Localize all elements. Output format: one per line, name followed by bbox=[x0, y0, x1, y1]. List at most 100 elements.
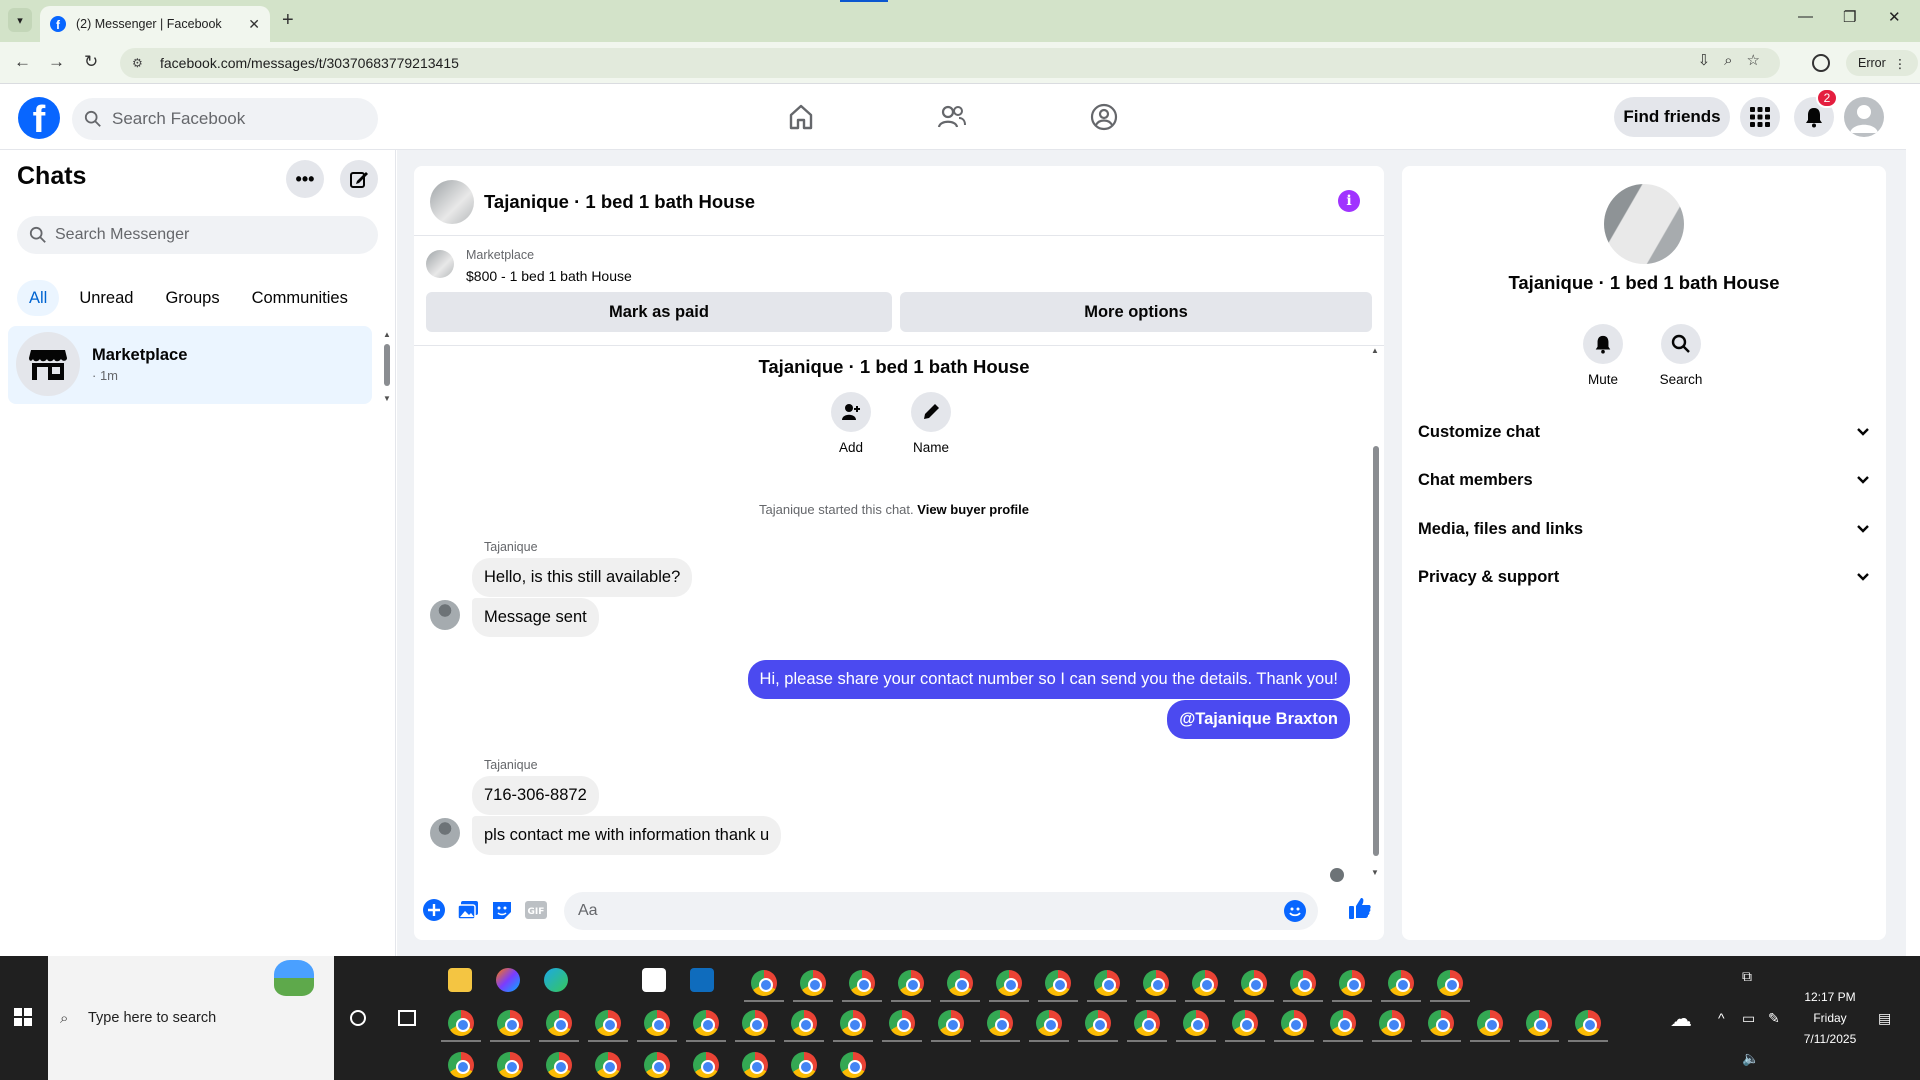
thread-scrollbar[interactable]: ▲ ▼ bbox=[1370, 346, 1382, 880]
scroll-up-icon[interactable]: ▲ bbox=[383, 330, 391, 339]
pen-icon[interactable]: ✎ bbox=[1768, 1010, 1780, 1027]
conversation-title[interactable]: Tajanique · 1 bed 1 bath House bbox=[484, 191, 755, 213]
privacy-support-section[interactable]: Privacy & support bbox=[1418, 557, 1870, 597]
facebook-search-input[interactable]: Search Facebook bbox=[72, 98, 378, 140]
scroll-up-icon[interactable]: ▲ bbox=[1371, 346, 1379, 355]
taskbar-search-box[interactable]: ⌕ Type here to search bbox=[48, 956, 334, 1080]
chrome-window-icon[interactable] bbox=[791, 1052, 817, 1078]
menu-grid-button[interactable] bbox=[1740, 97, 1780, 137]
incoming-message[interactable]: pls contact me with information thank u bbox=[472, 816, 782, 855]
listing-title[interactable]: $800 - 1 bed 1 bath House bbox=[466, 268, 632, 284]
volume-icon[interactable]: 🔈 bbox=[1742, 1050, 1759, 1067]
chrome-window-icon[interactable] bbox=[840, 1052, 866, 1078]
chrome-window-icon[interactable] bbox=[1183, 1010, 1209, 1036]
chrome-window-icon[interactable] bbox=[898, 970, 924, 996]
incoming-message[interactable]: Hello, is this still available? bbox=[472, 558, 693, 597]
account-avatar[interactable] bbox=[1844, 97, 1884, 137]
chrome-window-icon[interactable] bbox=[742, 1052, 768, 1078]
more-options-button[interactable]: More options bbox=[900, 292, 1372, 332]
new-tab-plus-icon[interactable]: + bbox=[282, 9, 294, 32]
install-app-icon[interactable]: ⇩ bbox=[1698, 51, 1711, 69]
outgoing-message[interactable]: Hi, please share your contact number so … bbox=[747, 660, 1350, 699]
sticker-icon[interactable] bbox=[490, 898, 514, 922]
chrome-window-icon[interactable] bbox=[1143, 970, 1169, 996]
back-arrow-icon[interactable]: ← bbox=[14, 52, 31, 72]
chrome-window-icon[interactable] bbox=[595, 1010, 621, 1036]
network-icon[interactable]: ▭ bbox=[1742, 1010, 1755, 1027]
media-files-links-section[interactable]: Media, files and links bbox=[1418, 509, 1870, 549]
chrome-window-icon[interactable] bbox=[644, 1010, 670, 1036]
copilot-icon[interactable] bbox=[496, 968, 520, 992]
chrome-window-icon[interactable] bbox=[849, 970, 875, 996]
add-people-action[interactable]: Add bbox=[816, 392, 886, 455]
chrome-window-icon[interactable] bbox=[546, 1052, 572, 1078]
restore-icon[interactable]: ❐ bbox=[1843, 8, 1856, 26]
groups-icon[interactable] bbox=[1089, 102, 1119, 132]
filter-unread[interactable]: Unread bbox=[67, 280, 145, 316]
chrome-window-icon[interactable] bbox=[448, 1052, 474, 1078]
scroll-thumb[interactable] bbox=[1373, 446, 1379, 856]
page-scrollbar[interactable] bbox=[1906, 84, 1920, 956]
home-icon[interactable] bbox=[786, 102, 816, 132]
browser-profile-icon[interactable] bbox=[1812, 54, 1830, 72]
mute-action[interactable]: Mute bbox=[1568, 324, 1638, 387]
chats-options-button[interactable]: ••• bbox=[286, 160, 324, 198]
scroll-thumb[interactable] bbox=[384, 344, 390, 386]
conversation-avatar[interactable] bbox=[430, 180, 474, 224]
chrome-window-icon[interactable] bbox=[1134, 1010, 1160, 1036]
chrome-window-icon[interactable] bbox=[1437, 970, 1463, 996]
file-explorer-icon[interactable] bbox=[448, 968, 472, 992]
chrome-window-icon[interactable] bbox=[693, 1052, 719, 1078]
chrome-window-icon[interactable] bbox=[1330, 1010, 1356, 1036]
view-buyer-profile-link[interactable]: View buyer profile bbox=[917, 502, 1029, 517]
chrome-window-icon[interactable] bbox=[1379, 1010, 1405, 1036]
chrome-window-icon[interactable] bbox=[1388, 970, 1414, 996]
reload-icon[interactable]: ↻ bbox=[84, 52, 98, 72]
cortana-icon[interactable] bbox=[350, 1010, 366, 1026]
close-window-icon[interactable]: ✕ bbox=[1888, 8, 1901, 26]
chrome-window-icon[interactable] bbox=[938, 1010, 964, 1036]
notification-center-icon[interactable]: ▤ bbox=[1878, 1010, 1891, 1027]
photo-icon[interactable] bbox=[456, 898, 480, 922]
tab-search-chevron-icon[interactable]: ▾ bbox=[8, 8, 32, 32]
chrome-window-icon[interactable] bbox=[1290, 970, 1316, 996]
scroll-down-icon[interactable]: ▼ bbox=[1371, 868, 1379, 877]
chrome-window-icon[interactable] bbox=[800, 970, 826, 996]
show-hidden-icons-chevron-icon[interactable]: ^ bbox=[1718, 1010, 1725, 1026]
info-icon[interactable]: i bbox=[1338, 190, 1360, 212]
chrome-window-icon[interactable] bbox=[1526, 1010, 1552, 1036]
clock-date[interactable]: 7/11/2025 bbox=[1792, 1032, 1868, 1046]
chrome-window-icon[interactable] bbox=[742, 1010, 768, 1036]
chrome-window-icon[interactable] bbox=[1192, 970, 1218, 996]
tablet-mode-icon[interactable]: ⧉ bbox=[1742, 968, 1752, 985]
chrome-window-icon[interactable] bbox=[791, 1010, 817, 1036]
chrome-window-icon[interactable] bbox=[947, 970, 973, 996]
site-info-icon[interactable]: ⚙ bbox=[132, 56, 148, 70]
chrome-window-icon[interactable] bbox=[595, 1052, 621, 1078]
incoming-message[interactable]: 716-306-8872 bbox=[472, 776, 599, 815]
chrome-window-icon[interactable] bbox=[1339, 970, 1365, 996]
chrome-window-icon[interactable] bbox=[840, 1010, 866, 1036]
chrome-window-icon[interactable] bbox=[448, 1010, 474, 1036]
name-chat-action[interactable]: Name bbox=[896, 392, 966, 455]
message-input[interactable]: Aa bbox=[564, 892, 1318, 930]
chrome-window-icon[interactable] bbox=[1281, 1010, 1307, 1036]
chat-list-scrollbar[interactable]: ▲ ▼ bbox=[382, 330, 392, 403]
new-message-button[interactable] bbox=[340, 160, 378, 198]
thumbs-up-icon[interactable] bbox=[1348, 896, 1372, 920]
messenger-search-input[interactable]: Search Messenger bbox=[17, 216, 378, 254]
edge-icon[interactable] bbox=[544, 968, 568, 992]
filter-all[interactable]: All bbox=[17, 280, 60, 316]
chrome-window-icon[interactable] bbox=[751, 970, 777, 996]
clock-day[interactable]: Friday bbox=[1792, 1011, 1868, 1025]
filter-groups[interactable]: Groups bbox=[153, 280, 231, 316]
sender-avatar[interactable] bbox=[430, 818, 460, 848]
plus-circle-icon[interactable] bbox=[422, 898, 446, 922]
chrome-window-icon[interactable] bbox=[1045, 970, 1071, 996]
chrome-window-icon[interactable] bbox=[889, 1010, 915, 1036]
outgoing-message[interactable]: @Tajanique Braxton bbox=[1167, 700, 1350, 739]
store-icon[interactable] bbox=[642, 968, 666, 992]
chat-list-item[interactable]: Marketplace · 1m bbox=[8, 326, 372, 404]
zoom-icon[interactable]: ⌕ bbox=[1724, 52, 1732, 69]
error-button[interactable]: Error ⋮ bbox=[1846, 50, 1919, 76]
